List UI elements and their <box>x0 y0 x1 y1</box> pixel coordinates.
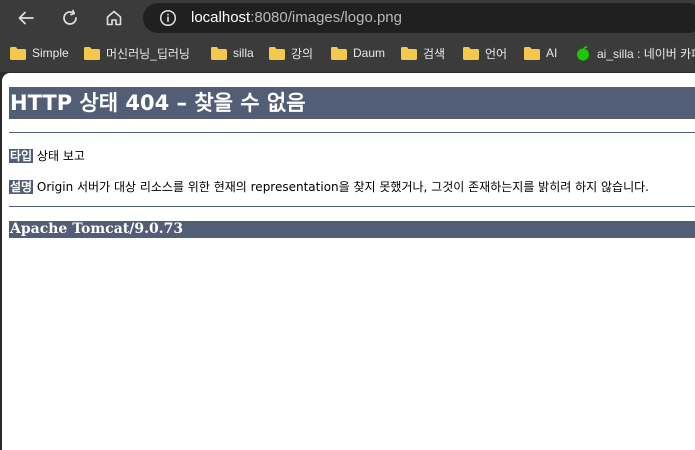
folder-icon <box>269 46 285 60</box>
page-title: HTTP 상태 404 – 찾을 수 없음 <box>9 87 695 119</box>
bookmark-label: 검색 <box>423 46 446 61</box>
page-viewport: HTTP 상태 404 – 찾을 수 없음 타입 상태 보고 설명 Origin… <box>2 73 695 450</box>
folder-icon <box>401 46 417 60</box>
url-path: :8080/images/logo.png <box>250 9 402 26</box>
divider <box>9 206 695 207</box>
bookmark-label: Simple <box>32 46 69 60</box>
folder-icon <box>463 46 479 60</box>
description-label: 설명 <box>9 180 34 194</box>
bookmark-language[interactable]: 언어 <box>463 42 507 64</box>
arrow-left-icon <box>18 11 34 25</box>
folder-icon <box>84 46 100 60</box>
bookmark-lecture[interactable]: 강의 <box>269 42 313 64</box>
bookmark-daum[interactable]: Daum <box>331 42 385 64</box>
url-host: localhost <box>191 9 251 26</box>
home-button[interactable] <box>100 4 128 32</box>
bookmark-label: silla <box>233 46 254 60</box>
bookmark-naver-cafe[interactable]: ai_silla : 네이버 카페 <box>575 42 695 64</box>
reload-icon <box>63 9 77 25</box>
description-value: Origin 서버가 대상 리소스를 위한 현재의 representation… <box>36 180 649 194</box>
bookmark-label: AI <box>546 46 558 60</box>
bookmark-simple[interactable]: Simple <box>10 42 69 64</box>
bookmark-label: ai_silla : 네이버 카페 <box>597 46 695 61</box>
server-footer: Apache Tomcat/9.0.73 <box>9 221 695 238</box>
bookmark-label: 머신러닝_딥러닝 <box>106 46 190 61</box>
folder-icon <box>211 46 227 60</box>
bookmark-ml-dl[interactable]: 머신러닝_딥러닝 <box>84 42 190 64</box>
browser-chrome: localhost:8080/images/logo.png Simple 머신… <box>0 0 695 72</box>
folder-icon <box>331 46 347 60</box>
folder-icon <box>524 46 540 60</box>
bookmarks-bar: Simple 머신러닝_딥러닝 silla 강의 Daum 검색 언어 AI a… <box>0 38 695 68</box>
folder-icon <box>10 46 26 60</box>
bookmark-search[interactable]: 검색 <box>401 42 445 64</box>
bookmark-ai[interactable]: AI <box>524 42 557 64</box>
bookmark-silla[interactable]: silla <box>211 42 254 64</box>
tomcat-error-page: HTTP 상태 404 – 찾을 수 없음 타입 상태 보고 설명 Origin… <box>9 87 695 238</box>
bookmark-label: 언어 <box>485 46 508 61</box>
divider <box>9 132 695 133</box>
description-line: 설명 Origin 서버가 대상 리소스를 위한 현재의 representat… <box>9 178 695 195</box>
url-text[interactable]: localhost:8080/images/logo.png <box>191 3 402 33</box>
type-value: 상태 보고 <box>36 149 85 163</box>
back-button[interactable] <box>12 4 40 32</box>
home-icon <box>106 10 122 26</box>
browser-toolbar: localhost:8080/images/logo.png <box>0 0 695 36</box>
bookmark-label: 강의 <box>291 46 314 61</box>
type-line: 타입 상태 보고 <box>9 147 695 164</box>
type-label: 타입 <box>9 149 34 163</box>
bookmark-label: Daum <box>353 46 386 60</box>
reload-button[interactable] <box>56 4 84 32</box>
address-bar[interactable]: localhost:8080/images/logo.png <box>143 3 695 33</box>
site-info-icon[interactable] <box>159 9 177 27</box>
naver-cafe-icon <box>577 46 589 61</box>
